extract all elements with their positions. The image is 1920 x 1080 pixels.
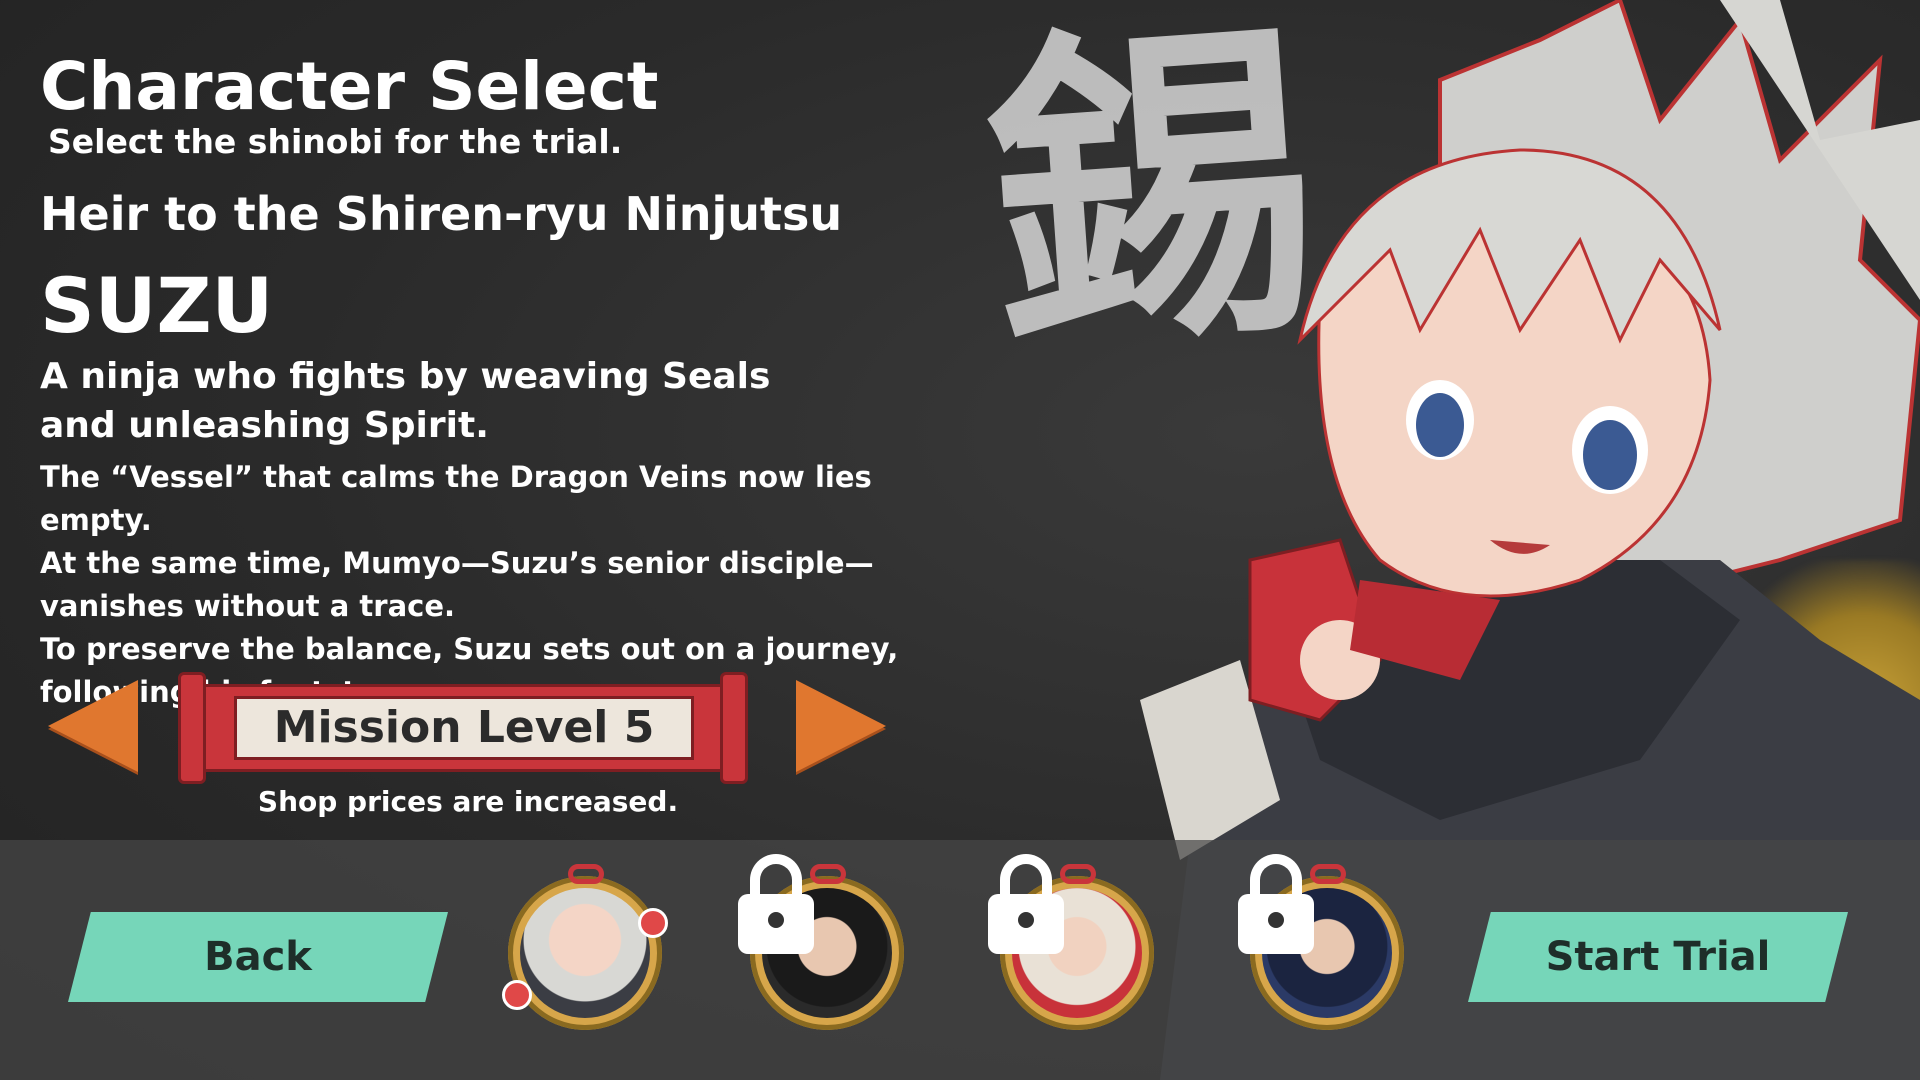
- page-title: Character Select: [40, 48, 659, 125]
- knot-ornament-icon: [1310, 864, 1346, 884]
- plum-blossom-icon: [638, 908, 668, 938]
- roster-slot-suzu[interactable]: [500, 864, 670, 1038]
- knot-ornament-icon: [1060, 864, 1096, 884]
- plum-blossom-icon: [502, 980, 532, 1010]
- story-line: At the same time, Mumyo—Suzu’s senior di…: [40, 546, 874, 623]
- mission-level-next-arrow[interactable]: [796, 680, 886, 772]
- suzu-avatar: [520, 888, 650, 1018]
- lock-icon: [738, 854, 814, 954]
- mission-level-prev-arrow[interactable]: [48, 680, 138, 772]
- start-trial-button[interactable]: Start Trial: [1468, 912, 1848, 1002]
- back-button[interactable]: Back: [68, 912, 448, 1002]
- character-epithet: Heir to the Shiren-ryu Ninjutsu: [40, 187, 843, 241]
- lock-icon: [1238, 854, 1314, 954]
- page-subtitle: Select the shinobi for the trial.: [48, 122, 623, 161]
- mission-level-scroll: Mission Level 5: [178, 672, 748, 784]
- roster-slot-locked[interactable]: [738, 854, 912, 1038]
- story-line: The “Vessel” that calms the Dragon Veins…: [40, 460, 872, 537]
- roster-slot-locked[interactable]: [988, 854, 1162, 1038]
- character-tagline: A ninja who fights by weaving Seals and …: [40, 356, 771, 446]
- knot-ornament-icon: [810, 864, 846, 884]
- lock-icon: [988, 854, 1064, 954]
- roster-slot-locked[interactable]: [1238, 854, 1412, 1038]
- mission-level-label: Mission Level 5: [234, 696, 694, 760]
- character-name: SUZU: [40, 261, 274, 350]
- knot-ornament-icon: [568, 864, 604, 884]
- scroll-rod: [178, 672, 206, 784]
- scroll-rod: [720, 672, 748, 784]
- mission-level-note: Shop prices are increased.: [257, 785, 679, 818]
